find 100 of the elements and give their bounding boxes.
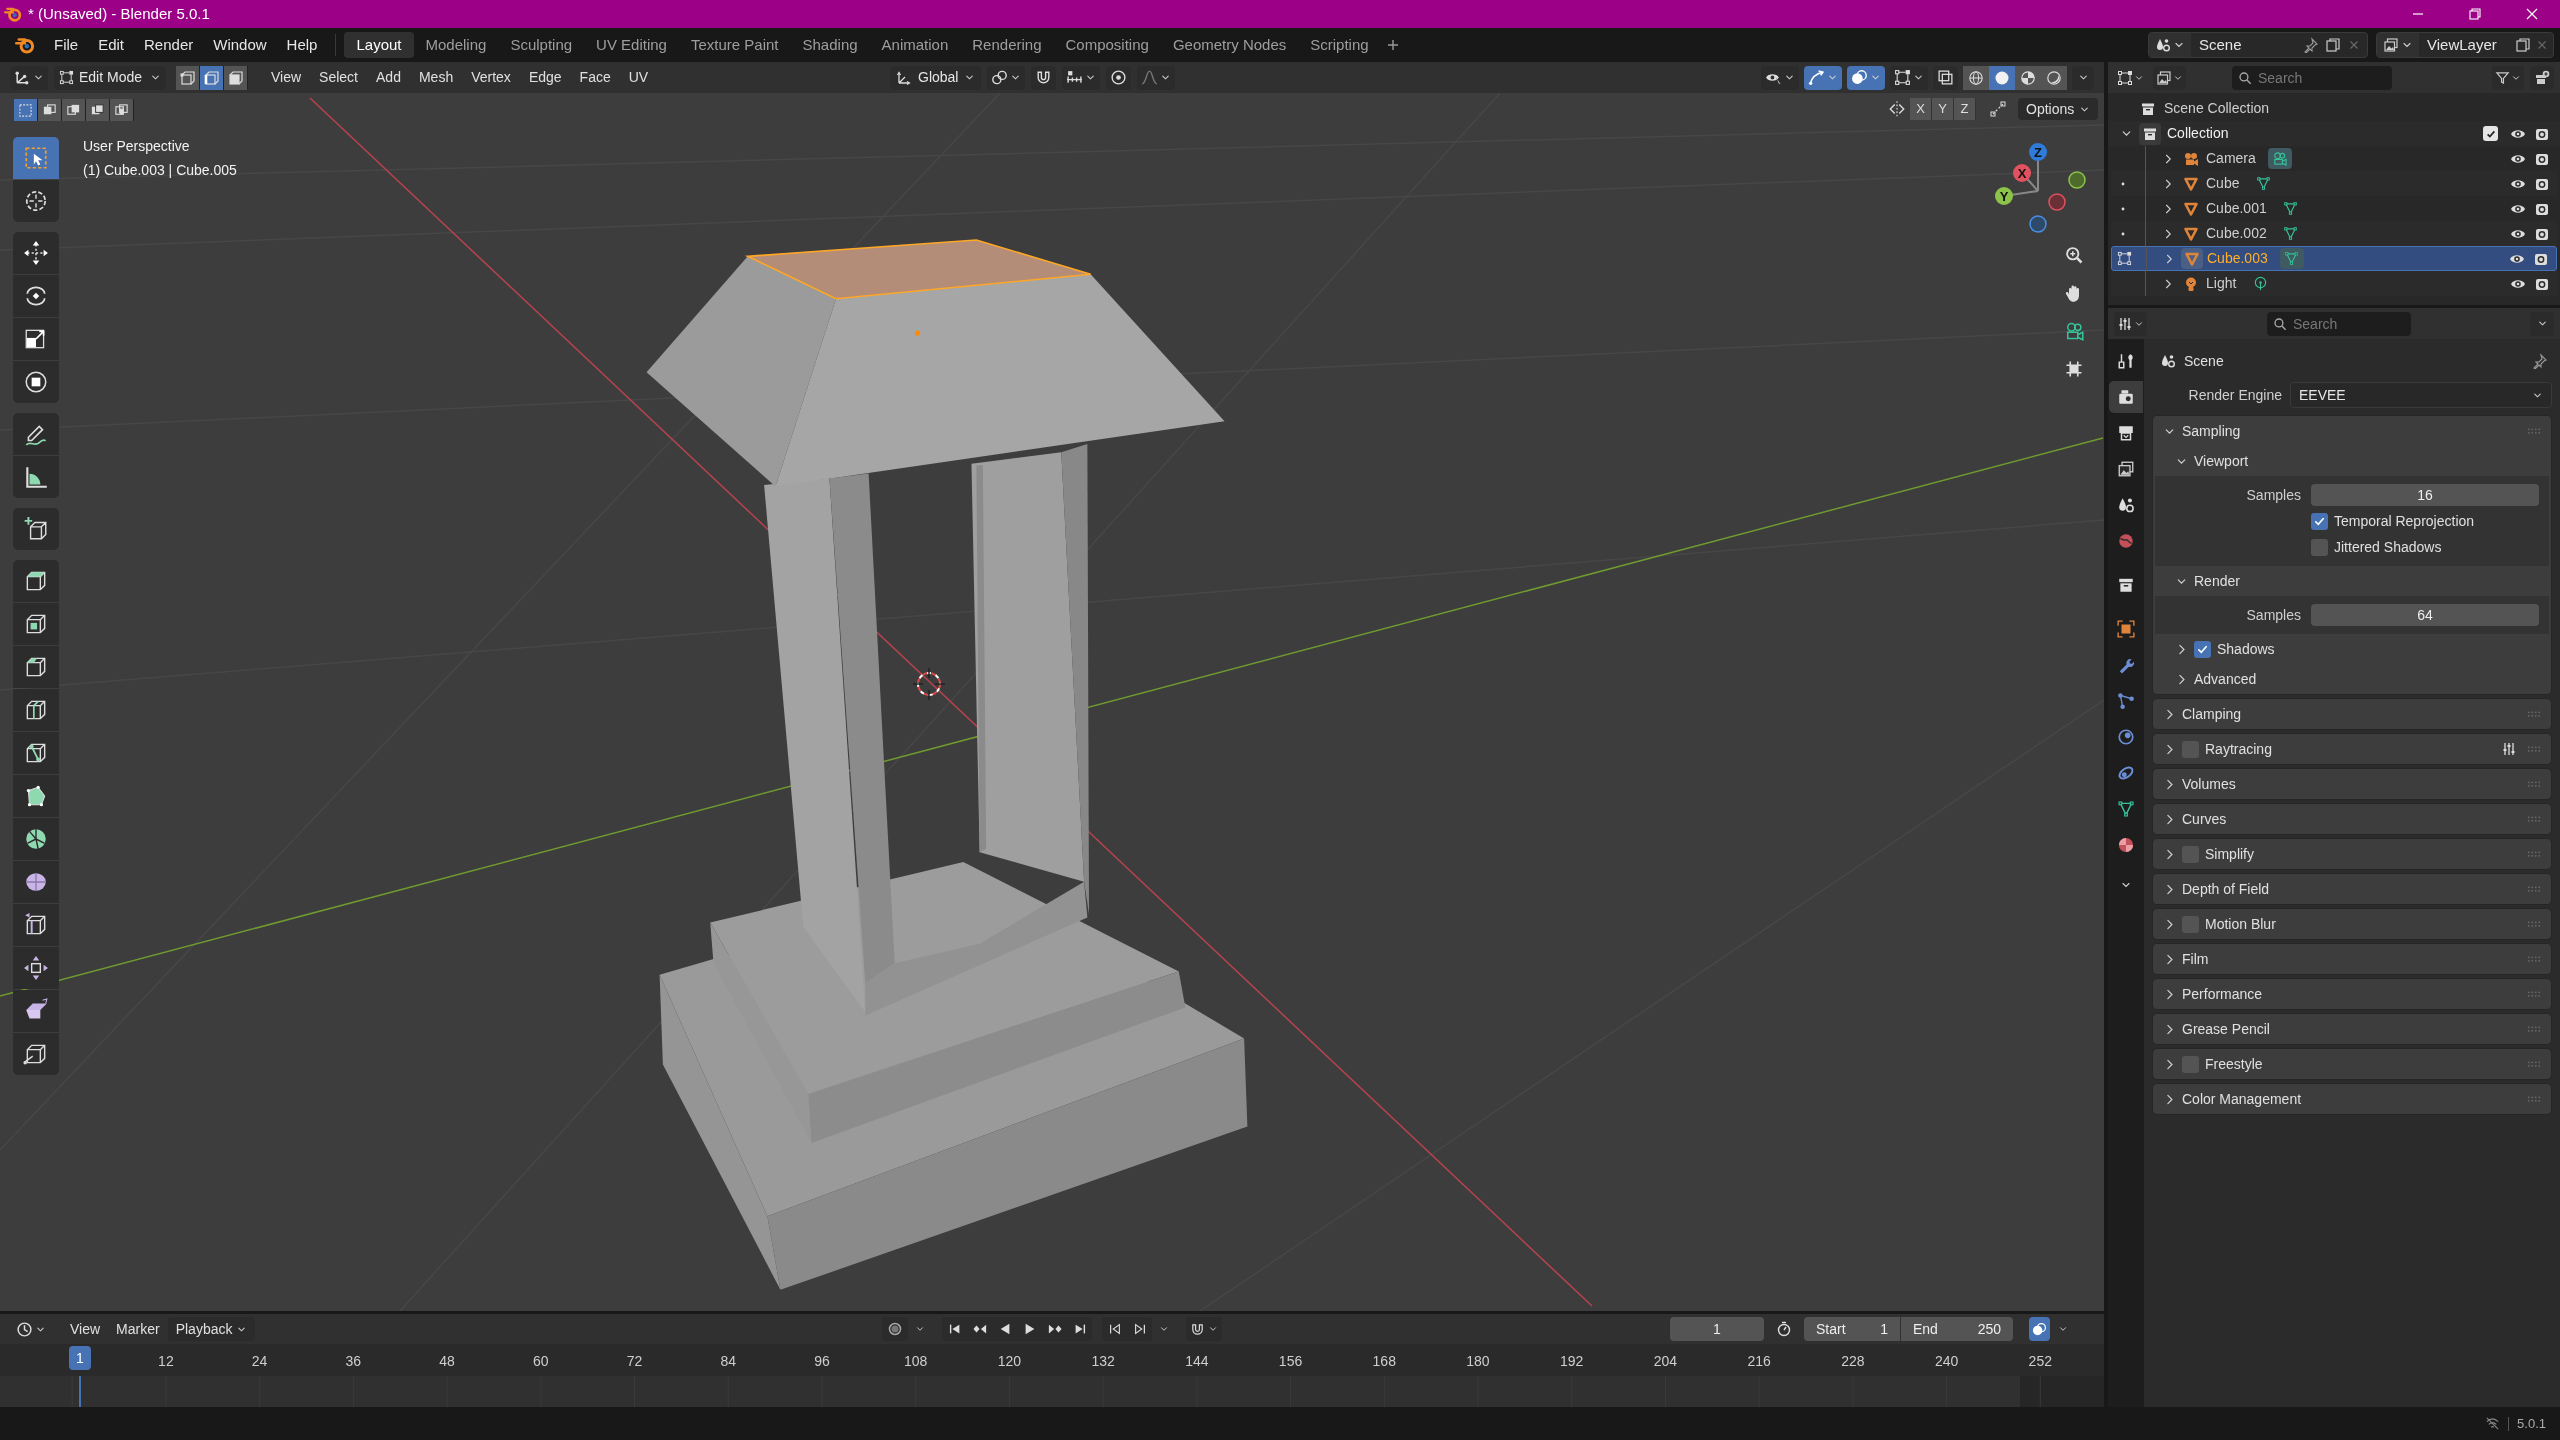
playhead-marker[interactable]: 1: [69, 1346, 91, 1370]
frame-number: 180: [1465, 1352, 1491, 1371]
panel-header[interactable]: Raytracing: [2153, 734, 2551, 764]
view-name: User Perspective: [83, 137, 191, 156]
frame-number: 252: [2027, 1352, 2053, 1371]
tree-item-name: Cube: [2206, 174, 2240, 193]
panel-header[interactable]: Advanced: [2153, 664, 2551, 694]
frame-number: 60: [532, 1352, 550, 1371]
panel-header[interactable]: Viewport: [2153, 446, 2551, 476]
search-field[interactable]: Search: [2232, 65, 2392, 90]
view-layer-selector[interactable]: ViewLayer: [2376, 32, 2554, 58]
panel-header[interactable]: Render: [2153, 566, 2551, 596]
start-frame-field[interactable]: Start 1: [1804, 1317, 1900, 1341]
axis-label: X: [2017, 166, 2027, 181]
menu-item[interactable]: Add: [367, 65, 410, 90]
frame-number: 204: [1652, 1352, 1679, 1371]
menu-item[interactable]: View: [62, 1317, 109, 1341]
menu-item[interactable]: Window: [203, 32, 277, 58]
tree-item[interactable]: Scene Collection: [2164, 98, 2270, 119]
workspace-tab[interactable]: Geometry Nodes: [1160, 32, 1299, 58]
frame-number: 12: [157, 1352, 175, 1371]
context-title: Scene: [2184, 351, 2224, 371]
panel-header[interactable]: Motion Blur: [2153, 909, 2551, 939]
panel-header[interactable]: Color Management: [2153, 1084, 2551, 1114]
orientation-dropdown[interactable]: Global: [890, 65, 982, 90]
menu-item[interactable]: Marker: [108, 1317, 168, 1341]
panel-header[interactable]: Film: [2153, 944, 2551, 974]
axis-label: Y: [1999, 189, 2009, 204]
mirror-axis-toggle[interactable]: X: [1910, 98, 1932, 120]
end-frame-field[interactable]: End 250: [1901, 1317, 2013, 1341]
number-field[interactable]: 16: [2311, 484, 2539, 506]
current-frame-field[interactable]: 1: [1670, 1317, 1764, 1341]
panel-header[interactable]: Depth of Field: [2153, 874, 2551, 904]
workspace-tab[interactable]: Compositing: [1053, 32, 1161, 58]
panel-header[interactable]: Grease Pencil: [2153, 1014, 2551, 1044]
menu-item[interactable]: UV: [619, 65, 658, 90]
tree-item[interactable]: Collection: [2167, 123, 2229, 144]
frame-number: 144: [1184, 1352, 1210, 1371]
menu-item[interactable]: Face: [570, 65, 620, 90]
menu-item[interactable]: Vertex: [462, 65, 520, 90]
frame-number: 96: [813, 1352, 831, 1371]
panel-header[interactable]: Curves: [2153, 804, 2551, 834]
mode-dropdown[interactable]: Edit Mode: [54, 65, 166, 90]
panel-header[interactable]: Performance: [2153, 979, 2551, 1009]
window-title: * (Unsaved) - Blender 5.0.1: [28, 3, 210, 24]
frame-number: 240: [1933, 1352, 1960, 1371]
scene-name: Scene: [2198, 34, 2242, 55]
field-label: Start: [1816, 1319, 1846, 1339]
field-label: Samples: [2245, 605, 2301, 625]
workspace-tab[interactable]: Shading: [790, 32, 870, 58]
axis-label: Z: [2034, 145, 2042, 160]
panel-header[interactable]: Freestyle: [2153, 1049, 2551, 1079]
menu-item[interactable]: Select: [310, 65, 367, 90]
menu-item[interactable]: Render: [134, 32, 204, 58]
field-label: Render Engine: [2187, 385, 2282, 405]
search-field[interactable]: Search: [2267, 311, 2411, 336]
frame-number: 132: [1090, 1352, 1116, 1371]
panel-header[interactable]: Shadows: [2153, 634, 2551, 664]
frame-number: 168: [1371, 1352, 1397, 1371]
mirror-axis-toggle[interactable]: Y: [1932, 98, 1954, 120]
frame-number: 84: [719, 1352, 737, 1371]
field-value: 1: [1880, 1319, 1888, 1339]
workspace-tab[interactable]: Rendering: [960, 32, 1054, 58]
number-field[interactable]: 64: [2311, 604, 2539, 626]
menu-item[interactable]: Edge: [519, 65, 571, 90]
tree-item-name: Cube.003: [2207, 249, 2268, 268]
field-label: End: [1913, 1319, 1938, 1339]
frame-number: 120: [996, 1352, 1023, 1371]
render-engine-dropdown[interactable]: EEVEE: [2290, 382, 2552, 408]
checkbox-label: Jittered Shadows: [2334, 537, 2442, 557]
mirror-axis-toggle[interactable]: Z: [1954, 98, 1976, 120]
tree-row[interactable]: Cube.003: [2111, 246, 2557, 271]
menu-item[interactable]: Help: [276, 32, 328, 58]
scene-selector[interactable]: Scene: [2148, 32, 2368, 58]
tree-item-name: Cube.001: [2206, 199, 2267, 218]
panel-header[interactable]: Sampling: [2153, 416, 2551, 446]
panel-header[interactable]: Volumes: [2153, 769, 2551, 799]
menu-item[interactable]: File: [44, 32, 89, 58]
playback-dropdown[interactable]: Playback: [167, 1317, 256, 1341]
workspace-tab[interactable]: Layout: [344, 32, 414, 58]
menu-item[interactable]: Edit: [88, 32, 135, 58]
workspace-tab[interactable]: Modeling: [413, 32, 499, 58]
tree-item-name: Light: [2206, 274, 2237, 293]
panel-header[interactable]: Clamping: [2153, 699, 2551, 729]
menu-item[interactable]: Mesh: [409, 65, 463, 90]
view-layer-name: ViewLayer: [2426, 34, 2497, 55]
version-label: 5.0.1: [2517, 1414, 2546, 1433]
checkbox-label: Temporal Reprojection: [2334, 511, 2475, 531]
panel-header[interactable]: Simplify: [2153, 839, 2551, 869]
workspace-tab[interactable]: Scripting: [1298, 32, 1381, 58]
options-dropdown[interactable]: Options: [2018, 98, 2099, 120]
object-info: (1) Cube.003 | Cube.005: [83, 161, 237, 180]
workspace-tab[interactable]: Texture Paint: [678, 32, 791, 58]
workspace-tab[interactable]: Sculpting: [498, 32, 585, 58]
frame-number: 24: [250, 1352, 269, 1371]
field-value: 250: [1977, 1319, 2001, 1339]
tree-item-name: Camera: [2206, 149, 2256, 168]
workspace-tab[interactable]: UV Editing: [584, 32, 679, 58]
workspace-tab[interactable]: Animation: [869, 32, 961, 58]
menu-item[interactable]: View: [262, 65, 311, 90]
